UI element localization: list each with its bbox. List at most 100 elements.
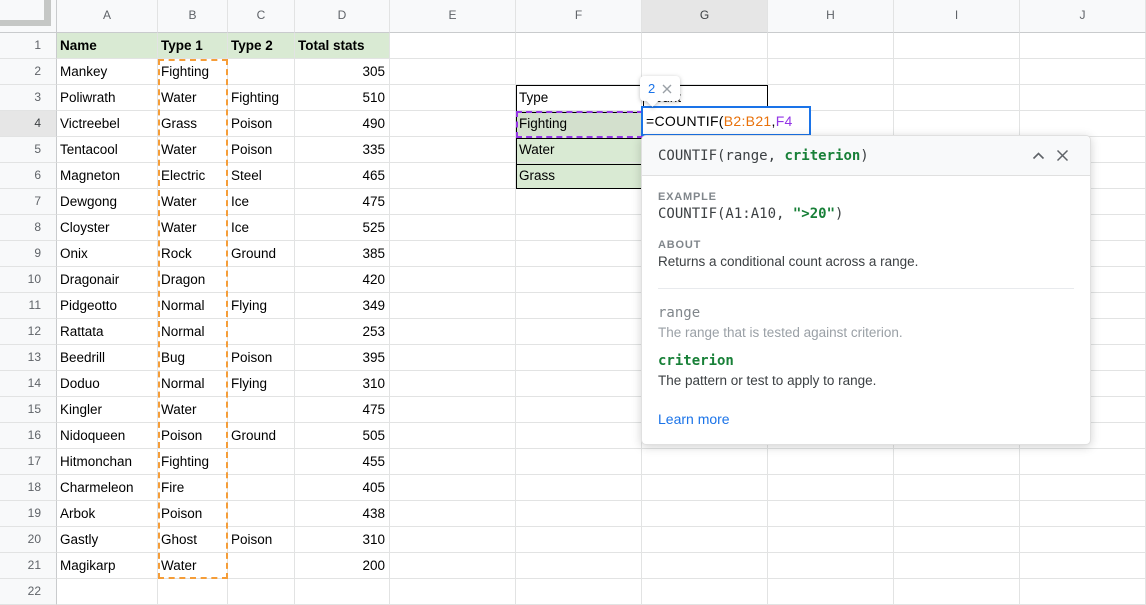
cell-A16[interactable]: Nidoqueen: [57, 423, 158, 449]
cell-D21[interactable]: 200: [295, 553, 390, 579]
cell-A1[interactable]: Name: [57, 33, 158, 59]
cell-C16[interactable]: Ground: [228, 423, 295, 449]
cell-A21[interactable]: Magikarp: [57, 553, 158, 579]
row-header-21[interactable]: 21: [0, 553, 57, 579]
row-header-20[interactable]: 20: [0, 527, 57, 553]
cell-G22[interactable]: [642, 579, 768, 605]
cell-F3[interactable]: Type: [516, 85, 642, 111]
cell-E7[interactable]: [390, 189, 516, 215]
collapse-button[interactable]: [1026, 144, 1050, 168]
cell-G17[interactable]: [642, 449, 768, 475]
cell-C12[interactable]: [228, 319, 295, 345]
cell-B8[interactable]: Water: [158, 215, 228, 241]
cell-F2[interactable]: [516, 59, 642, 85]
cell-F1[interactable]: [516, 33, 642, 59]
cell-E17[interactable]: [390, 449, 516, 475]
cell-B16[interactable]: Poison: [158, 423, 228, 449]
cell-I18[interactable]: [894, 475, 1020, 501]
cell-F8[interactable]: [516, 215, 642, 241]
cell-E18[interactable]: [390, 475, 516, 501]
cell-F9[interactable]: [516, 241, 642, 267]
cell-F11[interactable]: [516, 293, 642, 319]
row-header-2[interactable]: 2: [0, 59, 57, 85]
cell-E16[interactable]: [390, 423, 516, 449]
column-header-F[interactable]: F: [516, 0, 642, 33]
column-header-E[interactable]: E: [390, 0, 516, 33]
cell-H2[interactable]: [768, 59, 894, 85]
cell-B18[interactable]: Fire: [158, 475, 228, 501]
cell-D15[interactable]: 475: [295, 397, 390, 423]
cell-H20[interactable]: [768, 527, 894, 553]
select-all-corner[interactable]: [0, 0, 57, 33]
cell-A14[interactable]: Doduo: [57, 371, 158, 397]
cell-J2[interactable]: [1020, 59, 1146, 85]
cell-B11[interactable]: Normal: [158, 293, 228, 319]
cell-A13[interactable]: Beedrill: [57, 345, 158, 371]
row-header-8[interactable]: 8: [0, 215, 57, 241]
cell-A3[interactable]: Poliwrath: [57, 85, 158, 111]
cell-B2[interactable]: Fighting: [158, 59, 228, 85]
cell-F6[interactable]: Grass: [516, 163, 642, 189]
cell-C8[interactable]: Ice: [228, 215, 295, 241]
cell-J21[interactable]: [1020, 553, 1146, 579]
cell-B4[interactable]: Grass: [158, 111, 228, 137]
result-preview-close-icon[interactable]: [662, 84, 672, 94]
cell-C6[interactable]: Steel: [228, 163, 295, 189]
cell-J22[interactable]: [1020, 579, 1146, 605]
cell-B9[interactable]: Rock: [158, 241, 228, 267]
cell-H21[interactable]: [768, 553, 894, 579]
cell-G19[interactable]: [642, 501, 768, 527]
cell-A18[interactable]: Charmeleon: [57, 475, 158, 501]
cell-D4[interactable]: 490: [295, 111, 390, 137]
cell-A17[interactable]: Hitmonchan: [57, 449, 158, 475]
cell-I20[interactable]: [894, 527, 1020, 553]
cell-E12[interactable]: [390, 319, 516, 345]
cell-F16[interactable]: [516, 423, 642, 449]
cell-D12[interactable]: 253: [295, 319, 390, 345]
cell-E13[interactable]: [390, 345, 516, 371]
cell-A6[interactable]: Magneton: [57, 163, 158, 189]
cell-B6[interactable]: Electric: [158, 163, 228, 189]
row-header-22[interactable]: 22: [0, 579, 57, 605]
cell-D22[interactable]: [295, 579, 390, 605]
cell-I3[interactable]: [894, 85, 1020, 111]
cell-J4[interactable]: [1020, 111, 1146, 137]
cell-A11[interactable]: Pidgeotto: [57, 293, 158, 319]
row-header-9[interactable]: 9: [0, 241, 57, 267]
cell-C15[interactable]: [228, 397, 295, 423]
column-header-D[interactable]: D: [295, 0, 390, 33]
cell-F21[interactable]: [516, 553, 642, 579]
cell-D13[interactable]: 395: [295, 345, 390, 371]
cell-F15[interactable]: [516, 397, 642, 423]
cell-I21[interactable]: [894, 553, 1020, 579]
cell-E5[interactable]: [390, 137, 516, 163]
cell-G18[interactable]: [642, 475, 768, 501]
row-header-4[interactable]: 4: [0, 111, 57, 137]
cell-C10[interactable]: [228, 267, 295, 293]
row-header-19[interactable]: 19: [0, 501, 57, 527]
cell-D16[interactable]: 505: [295, 423, 390, 449]
cell-F12[interactable]: [516, 319, 642, 345]
cell-C22[interactable]: [228, 579, 295, 605]
row-header-11[interactable]: 11: [0, 293, 57, 319]
row-header-12[interactable]: 12: [0, 319, 57, 345]
row-header-5[interactable]: 5: [0, 137, 57, 163]
column-header-A[interactable]: A: [57, 0, 158, 33]
cell-H22[interactable]: [768, 579, 894, 605]
learn-more-link[interactable]: Learn more: [658, 409, 730, 429]
cell-J20[interactable]: [1020, 527, 1146, 553]
cell-I1[interactable]: [894, 33, 1020, 59]
cell-F19[interactable]: [516, 501, 642, 527]
cell-C18[interactable]: [228, 475, 295, 501]
row-header-15[interactable]: 15: [0, 397, 57, 423]
cell-A20[interactable]: Gastly: [57, 527, 158, 553]
cell-E6[interactable]: [390, 163, 516, 189]
cell-E10[interactable]: [390, 267, 516, 293]
cell-J17[interactable]: [1020, 449, 1146, 475]
cell-H17[interactable]: [768, 449, 894, 475]
cell-H1[interactable]: [768, 33, 894, 59]
cell-C7[interactable]: Ice: [228, 189, 295, 215]
cell-A4[interactable]: Victreebel: [57, 111, 158, 137]
cell-D2[interactable]: 305: [295, 59, 390, 85]
cell-A10[interactable]: Dragonair: [57, 267, 158, 293]
